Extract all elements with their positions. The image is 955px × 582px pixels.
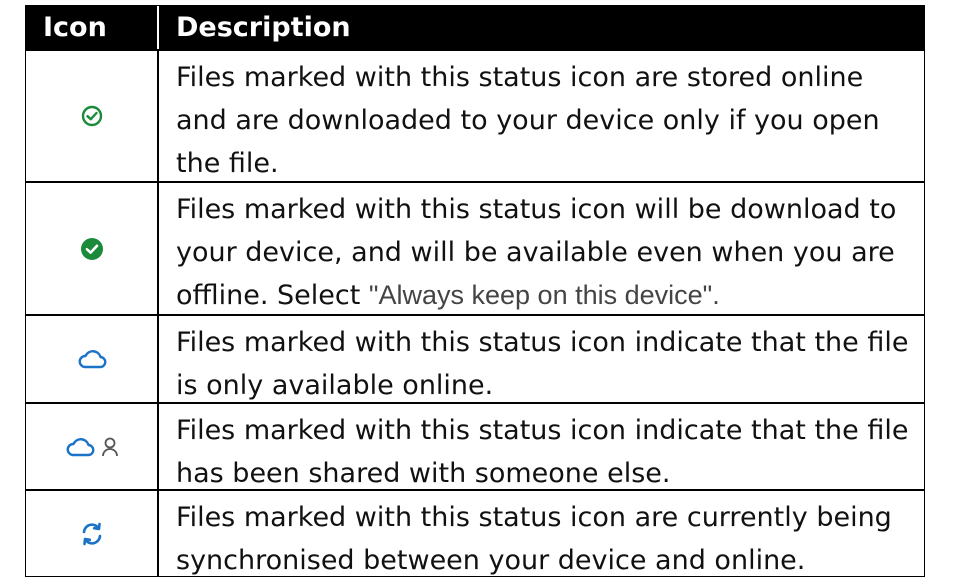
description-cell: Files marked with this status icon are s… [159, 51, 924, 181]
icon-cell [26, 183, 159, 314]
icon-cell [26, 404, 159, 489]
icon-cell [26, 51, 159, 181]
table-row: Files marked with this status icon are s… [26, 49, 924, 181]
description-cell: Files marked with this status icon are c… [159, 491, 924, 576]
description-text: Files marked with this status icon indic… [176, 327, 909, 401]
table-row: Files marked with this status icon indic… [26, 402, 924, 489]
header-description-cell: Description [159, 6, 924, 49]
description-text: Files marked with this status icon are s… [176, 62, 880, 179]
header-description-label: Description [176, 12, 351, 43]
description-cell: Files marked with this status icon indic… [159, 316, 924, 402]
person-icon [101, 437, 118, 456]
icon-cell [26, 491, 159, 576]
cloud-icon [78, 350, 106, 369]
header-icon-cell: Icon [26, 6, 159, 49]
description-cell: Files marked with this status icon indic… [159, 404, 924, 489]
icon-cell [26, 316, 159, 402]
table-row: Files marked with this status icon are c… [26, 489, 924, 576]
description-quote: "Always keep on this device". [368, 280, 720, 310]
table-header-row: Icon Description [26, 6, 924, 49]
table-row: Files marked with this status icon indic… [26, 314, 924, 402]
online-only-check-outline-icon [81, 105, 102, 127]
status-icons-table: Icon Description Files marked with this … [25, 5, 925, 577]
description-text: Files marked with this status icon indic… [176, 415, 909, 489]
cloud-icon [66, 437, 94, 456]
cloud-shared-person-icon [65, 436, 119, 458]
table-row: Files marked with this status icon will … [26, 181, 924, 314]
sync-icon [82, 522, 101, 545]
description-cell: Files marked with this status icon will … [159, 183, 924, 314]
header-icon-label: Icon [43, 12, 107, 43]
description-text: Files marked with this status icon are c… [176, 502, 892, 576]
always-available-check-filled-icon [80, 237, 103, 260]
